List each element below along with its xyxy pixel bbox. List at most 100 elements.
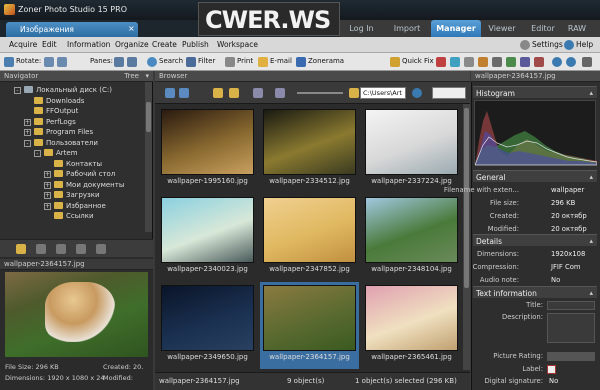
chevron-down-icon[interactable]: ▾ bbox=[145, 72, 149, 80]
settings-menu[interactable]: Settings bbox=[532, 40, 563, 49]
thumbnail-image[interactable] bbox=[365, 109, 458, 175]
mode-tab-viewer[interactable]: Viewer bbox=[483, 20, 521, 37]
thumbnail-item[interactable]: wallpaper-2348104.jpg bbox=[362, 194, 461, 281]
gear-icon[interactable] bbox=[520, 40, 530, 50]
pane-layout-2-icon[interactable] bbox=[127, 57, 137, 67]
refresh-icon[interactable] bbox=[412, 88, 422, 98]
mode-tab-import[interactable]: Import bbox=[385, 20, 429, 37]
thumbnail-item[interactable]: wallpaper-2349650.jpg bbox=[158, 282, 257, 369]
browser-scrollbar[interactable] bbox=[463, 104, 470, 370]
expand-icon[interactable]: + bbox=[24, 118, 31, 126]
rating-stars[interactable] bbox=[547, 352, 595, 361]
browser-search-input[interactable] bbox=[432, 87, 466, 99]
path-field[interactable]: C:\Users\Art bbox=[360, 87, 406, 99]
thumbnail-item[interactable]: wallpaper-2337224.jpg bbox=[362, 106, 461, 193]
folder-icon[interactable] bbox=[16, 244, 26, 254]
thumbnail-image[interactable] bbox=[161, 109, 254, 175]
thumbnail-image[interactable] bbox=[161, 285, 254, 351]
catalog-icon[interactable] bbox=[56, 244, 66, 254]
tree-item[interactable]: - Локальный диск (C:) bbox=[14, 86, 162, 97]
close-tab-icon[interactable]: × bbox=[128, 24, 135, 33]
print-icon[interactable] bbox=[225, 57, 235, 67]
tab-images[interactable]: Изображения × bbox=[6, 22, 138, 37]
more-tools-icon[interactable] bbox=[582, 57, 592, 67]
help-icon[interactable] bbox=[564, 40, 574, 50]
tool-icon-2[interactable] bbox=[450, 57, 460, 67]
thumbnail-image[interactable] bbox=[365, 285, 458, 351]
expand-icon[interactable]: + bbox=[44, 171, 51, 178]
menu-organize[interactable]: Organize bbox=[115, 40, 149, 49]
favorites-icon[interactable] bbox=[36, 244, 46, 254]
pane-layout-icon[interactable] bbox=[114, 57, 124, 67]
email-button[interactable]: E-mail bbox=[270, 57, 292, 65]
thumbnail-image[interactable] bbox=[263, 197, 356, 263]
color-label-picker[interactable] bbox=[547, 365, 556, 374]
rotate-left-icon[interactable] bbox=[44, 57, 54, 67]
thumbnail-size-slider[interactable] bbox=[297, 92, 343, 94]
forward-icon[interactable] bbox=[179, 88, 189, 98]
menu-create[interactable]: Create bbox=[152, 40, 177, 49]
zonerama-icon[interactable] bbox=[296, 57, 306, 67]
collapse-icon[interactable]: - bbox=[34, 150, 41, 157]
expand-icon[interactable]: + bbox=[44, 202, 51, 210]
details-section-header[interactable]: Details ▴ bbox=[473, 234, 597, 246]
collapse-icon[interactable]: - bbox=[14, 87, 21, 94]
histogram-section-header[interactable]: Histogram ▴ bbox=[473, 86, 597, 98]
rotate-right-icon[interactable] bbox=[57, 57, 67, 67]
filter-button[interactable]: Filter bbox=[198, 57, 215, 65]
albums-icon[interactable] bbox=[76, 244, 86, 254]
search-icon[interactable] bbox=[147, 57, 157, 67]
thumbnail-image[interactable] bbox=[263, 285, 356, 351]
new-folder-icon[interactable] bbox=[229, 88, 239, 98]
folder-up-icon[interactable] bbox=[213, 88, 223, 98]
tool-icon-8[interactable] bbox=[534, 57, 544, 67]
tool-icon-3[interactable] bbox=[464, 57, 474, 67]
quick-fix-button[interactable]: Quick Fix bbox=[402, 57, 434, 65]
mode-tab-log-in[interactable]: Log In bbox=[340, 20, 383, 37]
menu-edit[interactable]: Edit bbox=[42, 40, 57, 49]
collapse-icon[interactable]: - bbox=[24, 139, 31, 147]
filter-icon[interactable] bbox=[186, 57, 196, 67]
menu-acquire[interactable]: Acquire bbox=[9, 40, 37, 49]
zonerama-button[interactable]: Zonerama bbox=[308, 57, 344, 65]
help-menu[interactable]: Help bbox=[576, 40, 593, 49]
quick-fix-icon[interactable] bbox=[390, 57, 400, 67]
view-mode-icon[interactable] bbox=[275, 88, 285, 98]
thumbnail-item[interactable]: wallpaper-2365461.jpg bbox=[362, 282, 461, 369]
thumbnail-item[interactable]: wallpaper-2347852.jpg bbox=[260, 194, 359, 281]
expand-icon[interactable]: + bbox=[44, 181, 51, 189]
zoom-in-icon[interactable] bbox=[552, 57, 562, 67]
navigator-mode-dropdown[interactable]: Tree bbox=[124, 72, 139, 80]
rotate-icon[interactable] bbox=[4, 57, 14, 67]
search-button[interactable]: Search bbox=[159, 57, 183, 65]
title-field[interactable] bbox=[547, 301, 595, 310]
thumbnail-item[interactable]: wallpaper-2334512.jpg bbox=[260, 106, 359, 193]
expand-icon[interactable]: + bbox=[44, 192, 51, 199]
general-section-header[interactable]: General ▴ bbox=[473, 170, 597, 182]
print-button[interactable]: Print bbox=[237, 57, 253, 65]
zoom-out-icon[interactable] bbox=[566, 57, 576, 67]
tool-icon-6[interactable] bbox=[506, 57, 516, 67]
expand-icon[interactable]: + bbox=[24, 129, 31, 136]
mode-tab-editor[interactable]: Editor bbox=[523, 20, 563, 37]
thumbnail-item[interactable]: wallpaper-1995160.jpg bbox=[158, 106, 257, 193]
thumbnail-image[interactable] bbox=[263, 109, 356, 175]
thumbnail-item[interactable]: wallpaper-2364157.jpg bbox=[260, 282, 359, 369]
tool-icon-7[interactable] bbox=[520, 57, 530, 67]
tool-icon-5[interactable] bbox=[492, 57, 502, 67]
mode-tab-raw[interactable]: RAW bbox=[565, 20, 589, 37]
text-info-section-header[interactable]: Text information ▴ bbox=[473, 286, 597, 298]
thumbnail-image[interactable] bbox=[365, 197, 458, 263]
email-icon[interactable] bbox=[258, 57, 268, 67]
tool-icon-4[interactable] bbox=[478, 57, 488, 67]
menu-publish[interactable]: Publish bbox=[182, 40, 209, 49]
sort-icon[interactable] bbox=[253, 88, 263, 98]
back-icon[interactable] bbox=[165, 88, 175, 98]
navigator-scrollbar[interactable] bbox=[145, 82, 152, 232]
thumbnail-image[interactable] bbox=[161, 197, 254, 263]
tool-icon-1[interactable] bbox=[436, 57, 446, 67]
description-field[interactable] bbox=[547, 313, 595, 343]
menu-information[interactable]: Information bbox=[67, 40, 110, 49]
menu-workspace[interactable]: Workspace bbox=[217, 40, 258, 49]
mode-tab-manager[interactable]: Manager bbox=[431, 20, 481, 37]
